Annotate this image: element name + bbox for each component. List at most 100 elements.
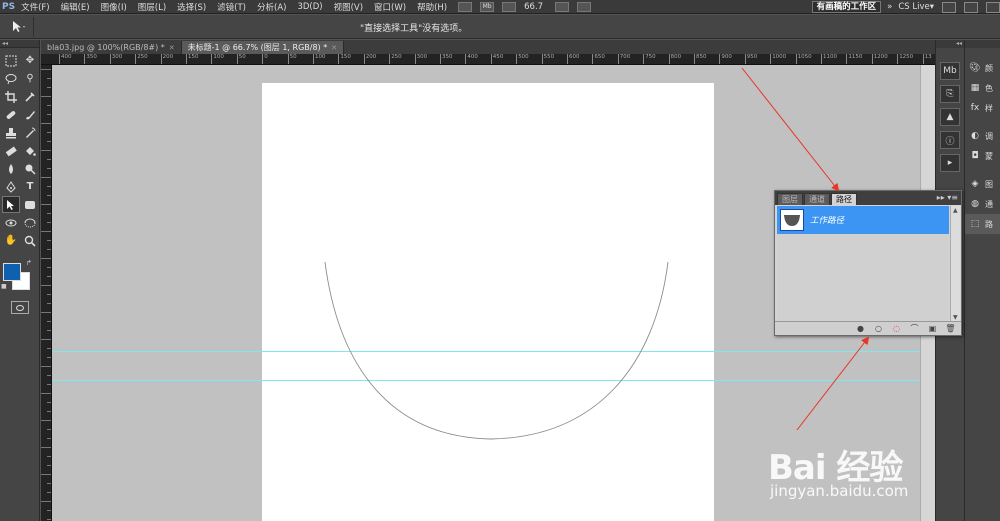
vertical-ruler[interactable] [41,65,52,521]
tool-preset-picker[interactable] [4,16,34,37]
hand-tool-icon[interactable]: ✋ [2,232,20,249]
brush-tool-icon[interactable] [21,106,39,123]
menu-filter[interactable]: 滤镜(T) [217,1,246,13]
dock-styles[interactable]: fx 样 [965,98,1000,118]
dodge-tool-icon[interactable] [21,160,39,177]
quick-mask-icon[interactable] [10,301,29,314]
paint-bucket-tool-icon[interactable] [21,142,39,159]
ruler-tick-label: 400 [59,54,72,64]
dock-layers[interactable]: ◈ 图 [965,174,1000,194]
menu-bar: PS 文件(F) 编辑(E) 图像(I) 图层(L) 选择(S) 滤镜(T) 分… [0,0,1000,14]
new-path-icon[interactable]: ▣ [928,324,937,333]
workspace-button[interactable]: 有画稿的工作区 [811,1,882,13]
ruler-tick-label: 750 [643,54,656,64]
shape-tool-icon[interactable] [21,196,39,213]
lasso-tool-icon[interactable] [2,70,20,87]
work-path-item[interactable]: 工作路径 [777,206,949,234]
ruler-tick-label: 13 [922,54,932,64]
toolbox-collapse[interactable]: ◂◂ [0,40,39,48]
default-colors-icon[interactable]: ■ [1,283,7,290]
tab-channels[interactable]: 通道 [804,193,830,205]
arrange-documents-icon[interactable] [555,1,570,12]
ruler-tick [41,366,51,367]
tab-layers[interactable]: 图层 [777,193,803,205]
cs-live-button[interactable]: CS Live▾ [898,2,934,12]
workspace-expand[interactable]: » [887,2,892,12]
navigator-panel-icon[interactable]: ▲ [940,108,960,126]
tab-paths[interactable]: 路径 [831,193,857,205]
healing-brush-tool-icon[interactable] [2,106,20,123]
dock-masks[interactable]: ◘ 蒙 [965,146,1000,166]
menu-analysis[interactable]: 分析(A) [257,1,286,13]
paths-scrollbar[interactable]: ▲ ▼ [950,206,960,322]
menu-window[interactable]: 窗口(W) [374,1,406,13]
ruler-tick-label: 1150 [846,54,862,64]
menu-3d[interactable]: 3D(D) [297,2,322,12]
menu-help[interactable]: 帮助(H) [417,1,447,13]
paths-panel-titlebar[interactable]: 图层 通道 路径 ▸▸ ▾≡ [775,191,961,205]
marquee-tool-icon[interactable] [2,52,20,69]
close-tab-icon[interactable]: ✕ [169,44,175,52]
zoom-level[interactable]: 66.7 [524,2,543,12]
view-extras-icon[interactable] [502,1,517,12]
mini-bridge-icon[interactable]: Mb [480,1,495,12]
history-brush-tool-icon[interactable] [21,124,39,141]
foreground-color-swatch[interactable] [3,263,21,281]
paths-panel: 图层 通道 路径 ▸▸ ▾≡ 工作路径 ▲ ▼ ● ○ ◌ ⌒ ▣ 🗑︎ [774,190,962,336]
delete-path-icon[interactable]: 🗑︎ [945,324,955,333]
dock-layers-label: 图 [985,179,993,189]
3d-orbit-tool-icon[interactable] [21,214,39,231]
ruler-tick-label: 300 [109,54,122,64]
clone-stamp-tool-icon[interactable] [2,124,20,141]
dock-swatches[interactable]: ▦ 色 [965,78,1000,98]
eraser-tool-icon[interactable] [2,142,20,159]
dock-collapse[interactable]: ◂◂ [936,40,964,48]
screen-mode-icon[interactable] [577,1,592,12]
menu-image[interactable]: 图像(I) [101,1,127,13]
quick-select-tool-icon[interactable]: ⚲ [21,70,39,87]
color-panel-icon: 🎨︎ [969,63,981,73]
adjustments-panel-icon: ◐ [971,131,979,141]
toolbox: ◂◂ ✥ ⚲ T ✋ ↱ ■ [0,40,40,521]
ruler-tick-label: 0 [262,54,268,64]
type-tool-icon[interactable]: T [21,178,39,195]
make-work-path-icon[interactable]: ⌒ [910,324,919,333]
fill-path-icon[interactable]: ● [856,324,865,333]
menu-layer[interactable]: 图层(L) [138,1,166,13]
dock-adjustments[interactable]: ◐ 调 [965,126,1000,146]
3d-rotate-tool-icon[interactable] [2,214,20,231]
crop-tool-icon[interactable] [2,88,20,105]
dock-paths[interactable]: ⬚ 路 [965,214,1000,234]
menu-file[interactable]: 文件(F) [21,1,50,13]
stroke-path-icon[interactable]: ○ [874,324,883,333]
history-panel-icon[interactable]: ⎘ [940,85,960,103]
doc-tab-1[interactable]: bla03.jpg @ 100%(RGB/8#) * ✕ [41,41,182,54]
ruler-tick-label: 1000 [770,54,786,64]
mini-bridge-panel-icon[interactable]: Mb [940,62,960,80]
dock-channels[interactable]: ◍ 通 [965,194,1000,214]
zoom-tool-icon[interactable] [21,232,39,249]
menu-select[interactable]: 选择(S) [177,1,206,13]
bridge-icon[interactable] [458,1,473,12]
move-tool-icon[interactable]: ✥ [21,52,39,69]
load-as-selection-icon[interactable]: ◌ [892,324,901,333]
minimize-button[interactable] [942,1,956,13]
pen-tool-icon[interactable] [2,178,20,195]
dock-panel-collapse[interactable] [965,40,1000,48]
restore-button[interactable] [964,1,978,13]
close-tab-icon[interactable]: ✕ [331,44,337,52]
actions-panel-icon[interactable]: ▸ [940,154,960,172]
dock-color[interactable]: 🎨︎ 颜 [965,58,1000,78]
eyedropper-tool-icon[interactable] [21,88,39,105]
info-panel-icon[interactable]: ⓘ [940,131,960,149]
blur-tool-icon[interactable] [2,160,20,177]
menu-view[interactable]: 视图(V) [334,1,363,13]
horizontal-ruler[interactable]: 400 350 300 250 200 150 100 50 0 50 100 150 200 250 30… [41,54,935,65]
menu-edit[interactable]: 编辑(E) [61,1,90,13]
direct-select-tool-icon[interactable] [2,196,20,213]
close-button[interactable] [986,1,1000,13]
doc-tab-2[interactable]: 未标题-1 @ 66.7% (图层 1, RGB/8) * ✕ [181,41,345,54]
doc-tab-label: 未标题-1 @ 66.7% (图层 1, RGB/8) * [187,43,328,52]
swap-colors-icon[interactable]: ↱ [26,259,32,267]
panel-menu-icon[interactable]: ▸▸ ▾≡ [937,193,958,202]
